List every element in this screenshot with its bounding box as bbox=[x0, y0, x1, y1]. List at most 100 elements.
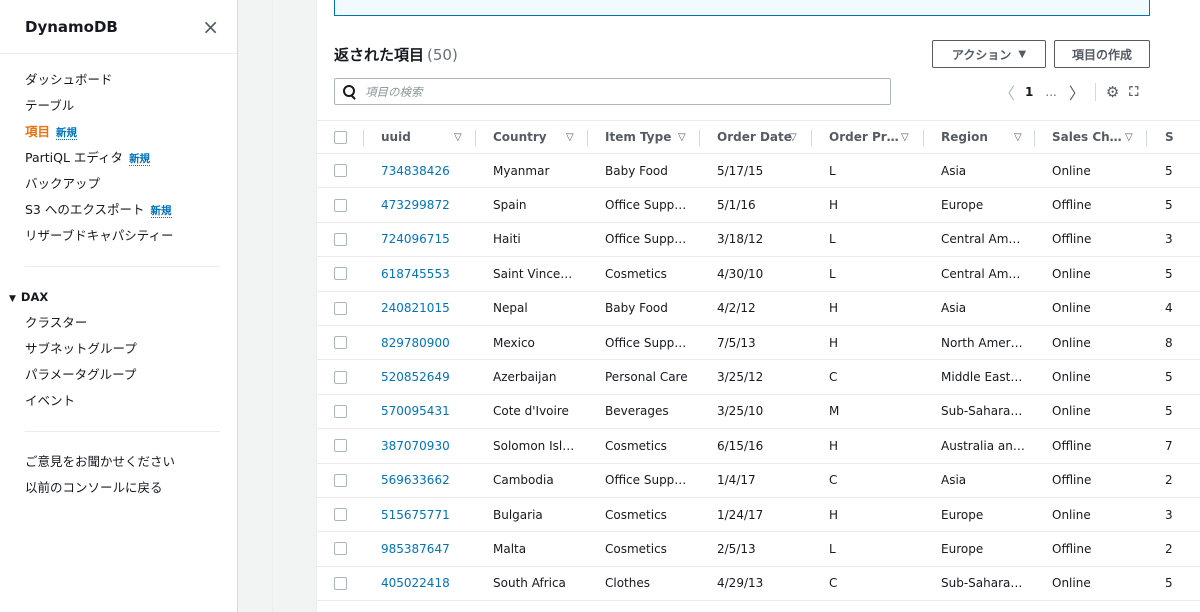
row-checkbox[interactable] bbox=[334, 439, 347, 453]
sidebar-item-clusters[interactable]: クラスター bbox=[25, 310, 237, 336]
row-checkbox[interactable] bbox=[334, 404, 347, 418]
table-row[interactable]: 734838426 Myanmar Baby Food 5/17/15 L Asia Onl… bbox=[317, 154, 1200, 189]
actions-button[interactable]: アクション ▼ bbox=[932, 40, 1046, 68]
table-row[interactable]: 724096715 Haiti Office Supp… 3/18/12 L Centra… bbox=[317, 223, 1200, 258]
table-row[interactable]: 520852649 Azerbaijan Personal Care 3/25/12 C… bbox=[317, 360, 1200, 395]
panel-title: 返された項目 (50) bbox=[334, 44, 458, 65]
column-header-uuid[interactable]: uuid bbox=[381, 121, 411, 153]
table-row[interactable]: 985387647 Malta Cosmetics 2/5/13 L Europe Offl… bbox=[317, 532, 1200, 567]
column-header-item-type[interactable]: Item Type bbox=[605, 121, 671, 153]
table-row[interactable]: 240821015 Nepal Baby Food 4/2/12 H Asia Online… bbox=[317, 292, 1200, 326]
gear-icon[interactable]: ⚙ bbox=[1106, 83, 1119, 101]
uuid-link[interactable]: 570095431 bbox=[381, 395, 450, 428]
cell-s: 3 bbox=[1165, 232, 1173, 247]
cell-region: Europe bbox=[941, 507, 984, 522]
sidebar-item-items[interactable]: 項目 新規 bbox=[25, 119, 237, 145]
row-checkbox[interactable] bbox=[334, 164, 347, 178]
uuid-link[interactable]: 387070930 bbox=[381, 429, 450, 462]
previous-console-link[interactable]: 以前のコンソールに戻る bbox=[25, 475, 237, 501]
sidebar-item-s3-export[interactable]: S3 へのエクスポート 新規 bbox=[25, 197, 237, 223]
sort-icon[interactable]: ▽ bbox=[454, 121, 462, 153]
close-icon[interactable]: × bbox=[202, 17, 219, 37]
row-checkbox[interactable] bbox=[334, 370, 347, 384]
row-checkbox[interactable] bbox=[334, 508, 347, 522]
page-number[interactable]: 1 bbox=[1025, 85, 1033, 99]
create-item-label: 項目の作成 bbox=[1071, 47, 1132, 62]
uuid-link[interactable]: 724096715 bbox=[381, 223, 450, 256]
uuid-link[interactable]: 520852649 bbox=[381, 360, 450, 393]
sidebar-item-partiql[interactable]: PartiQL エディタ 新規 bbox=[25, 145, 237, 171]
uuid-link[interactable]: 618745553 bbox=[381, 257, 450, 290]
dax-nav: クラスター サブネットグループ パラメータグループ イベント bbox=[0, 310, 237, 414]
uuid-link[interactable]: 829780900 bbox=[381, 326, 450, 359]
row-checkbox[interactable] bbox=[334, 232, 347, 246]
sidebar-item-parameter-groups[interactable]: パラメータグループ bbox=[25, 362, 237, 388]
column-header-country[interactable]: Country bbox=[493, 121, 547, 153]
sort-icon[interactable]: ▽ bbox=[678, 121, 686, 153]
uuid-link[interactable]: 734838426 bbox=[381, 154, 450, 187]
table-row[interactable]: 570095431 Cote d'Ivoire Beverages 3/25/10 M S… bbox=[317, 395, 1200, 430]
sidebar-item-dashboard[interactable]: ダッシュボード bbox=[25, 67, 237, 93]
cell-region: Europe bbox=[941, 541, 984, 556]
uuid-link[interactable]: 473299872 bbox=[381, 188, 450, 221]
table-row[interactable]: 569633662 Cambodia Office Supp… 1/4/17 C Asia… bbox=[317, 464, 1200, 498]
fullscreen-icon[interactable]: ⛶ bbox=[1129, 85, 1138, 100]
sort-icon[interactable]: ▽ bbox=[789, 121, 797, 153]
table-row[interactable]: 618745553 Saint Vince… Cosmetics 4/30/10 L Ce… bbox=[317, 257, 1200, 292]
row-checkbox[interactable] bbox=[334, 267, 347, 281]
sort-icon[interactable]: ▽ bbox=[1014, 121, 1022, 153]
uuid-link[interactable]: 569633662 bbox=[381, 464, 450, 497]
table-row[interactable]: 473299872 Spain Office Supp… 5/1/16 H Europe O… bbox=[317, 188, 1200, 223]
row-checkbox[interactable] bbox=[334, 576, 347, 590]
row-select-cell bbox=[334, 464, 348, 497]
cell-region: Central Am… bbox=[941, 266, 1021, 281]
sidebar-section-dax[interactable]: ▼ DAX bbox=[0, 284, 237, 310]
row-checkbox[interactable] bbox=[334, 301, 347, 315]
row-checkbox[interactable] bbox=[334, 473, 347, 487]
sidebar-item-events[interactable]: イベント bbox=[25, 388, 237, 414]
previous-page-icon[interactable]: 〈 bbox=[999, 80, 1015, 104]
sort-icon[interactable]: ▽ bbox=[1125, 121, 1133, 153]
new-badge: 新規 bbox=[56, 127, 78, 140]
table-row[interactable]: 387070930 Solomon Isl… Cosmetics 6/15/16 H Au… bbox=[317, 429, 1200, 464]
table-row[interactable]: 405022418 South Africa Clothes 4/29/13 C Sub-… bbox=[317, 567, 1200, 602]
uuid-link[interactable]: 985387647 bbox=[381, 532, 450, 565]
column-separator bbox=[1034, 130, 1035, 146]
column-header-s[interactable]: S bbox=[1165, 121, 1174, 153]
column-header-sales-channel[interactable]: Sales Ch… bbox=[1052, 121, 1122, 153]
next-page-icon[interactable]: 〉 bbox=[1069, 80, 1085, 104]
create-item-button[interactable]: 項目の作成 bbox=[1054, 40, 1150, 68]
row-checkbox[interactable] bbox=[334, 542, 347, 556]
column-header-region[interactable]: Region bbox=[941, 121, 988, 153]
sidebar-item-subnet-groups[interactable]: サブネットグループ bbox=[25, 336, 237, 362]
cell-sales-channel: Online bbox=[1052, 404, 1091, 419]
sidebar-item-reserved-capacity[interactable]: リザーブドキャパシティー bbox=[25, 223, 237, 249]
table-row[interactable]: 829780900 Mexico Office Supp… 7/5/13 H North … bbox=[317, 326, 1200, 361]
search-input[interactable] bbox=[365, 84, 865, 99]
item-count: (50) bbox=[427, 46, 458, 64]
items-panel: 返された項目(50) アクション ▼ 項目の作成 〈 1 ... 〉 ⚙ ⛶ uu… bbox=[316, 0, 1200, 612]
column-header-order-date[interactable]: Order Date bbox=[717, 121, 792, 153]
select-all-checkbox[interactable] bbox=[334, 130, 347, 144]
uuid-link[interactable]: 515675771 bbox=[381, 498, 450, 531]
cell-country: Myanmar bbox=[493, 163, 550, 178]
sidebar-item-backups[interactable]: バックアップ bbox=[25, 171, 237, 197]
uuid-link[interactable]: 405022418 bbox=[381, 567, 450, 600]
cell-country: Haiti bbox=[493, 232, 521, 247]
table-row[interactable]: 515675771 Bulgaria Cosmetics 1/24/17 H Europe… bbox=[317, 498, 1200, 533]
feedback-link[interactable]: ご意見をお聞かせください bbox=[25, 449, 237, 475]
sort-icon[interactable]: ▽ bbox=[901, 121, 909, 153]
cell-s: 5 bbox=[1165, 370, 1173, 385]
cell-sales-channel: Offline bbox=[1052, 438, 1092, 453]
row-checkbox[interactable] bbox=[334, 336, 347, 350]
new-badge: 新規 bbox=[150, 205, 172, 218]
sort-icon[interactable]: ▽ bbox=[566, 121, 574, 153]
row-select-cell bbox=[334, 360, 348, 393]
uuid-link[interactable]: 240821015 bbox=[381, 292, 450, 325]
sidebar-item-tables[interactable]: テーブル bbox=[25, 93, 237, 119]
row-checkbox[interactable] bbox=[334, 198, 347, 212]
column-header-order-priority[interactable]: Order Pr… bbox=[829, 121, 899, 153]
column-separator bbox=[699, 130, 700, 146]
cell-sales-channel: Online bbox=[1052, 370, 1091, 385]
cell-region: Sub-Sahara… bbox=[941, 576, 1023, 591]
